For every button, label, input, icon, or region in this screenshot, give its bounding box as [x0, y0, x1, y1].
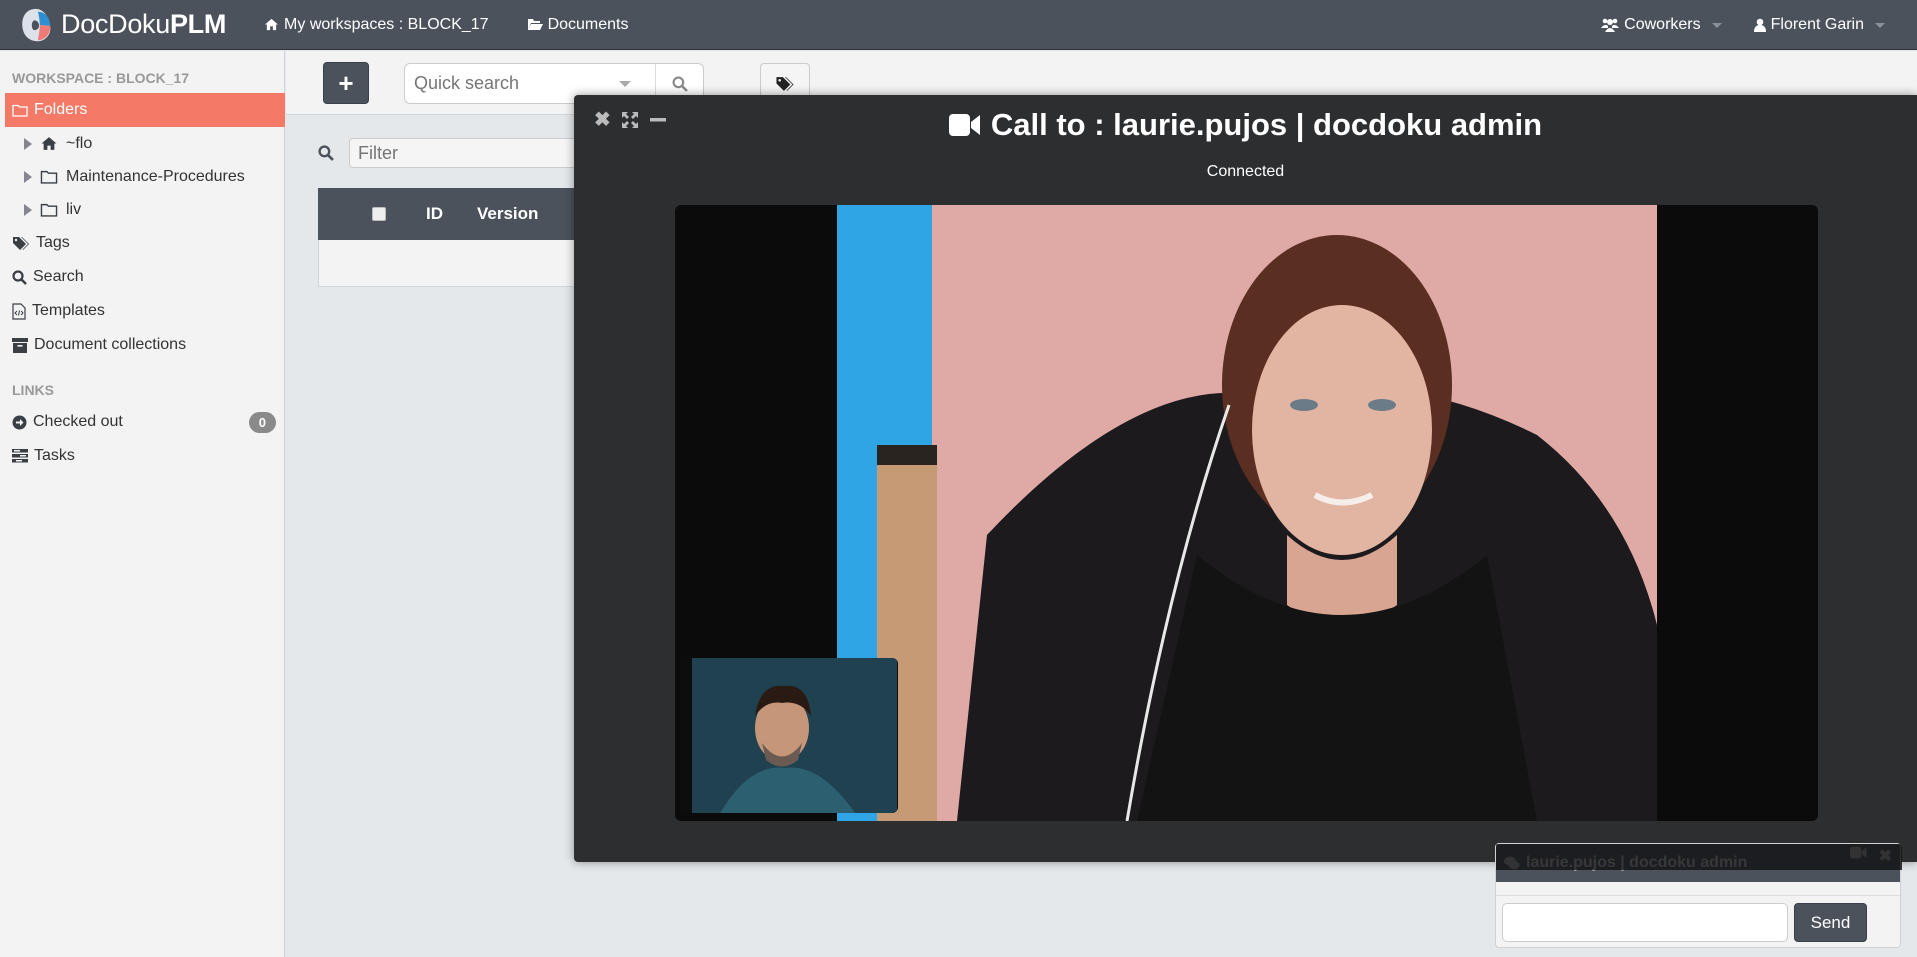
folder-tree-item[interactable]: Maintenance-Procedures [0, 160, 284, 193]
expand-triangle-icon[interactable] [24, 170, 32, 183]
archive-icon [12, 337, 28, 353]
tags-icon [776, 76, 794, 91]
sidebar-item-search[interactable]: Search [0, 260, 284, 294]
call-status: Connected [1206, 163, 1285, 180]
search-icon [12, 269, 27, 285]
folder-icon [12, 104, 28, 117]
search-icon [318, 145, 334, 161]
expand-triangle-icon[interactable] [24, 203, 32, 216]
folder-open-icon [527, 19, 543, 30]
call-title: Call to : laurie.pujos | docdoku admin [574, 107, 1917, 143]
sidebar-item-folders[interactable]: Folders [5, 93, 285, 127]
sidebar: WORKSPACE : BLOCK_17 Folders ~flo Mainte… [0, 51, 285, 957]
links-header: LINKS [12, 382, 54, 398]
folder-tree-item[interactable]: ~flo [0, 127, 284, 160]
sidebar-item-checked-out[interactable]: Checked out 0 [0, 405, 284, 439]
top-navbar: DocDoku PLM My workspaces : BLOCK_17 Docu… [0, 0, 1917, 50]
docdoku-logo-icon [22, 8, 51, 41]
search-icon [672, 76, 688, 92]
sidebar-item-document-collections[interactable]: Document collections [0, 328, 284, 362]
chat-message-input[interactable] [1502, 903, 1788, 942]
sidebar-item-templates[interactable]: Templates [0, 294, 284, 328]
search-options-caret-icon[interactable] [619, 80, 631, 87]
col-version[interactable]: Version [477, 204, 538, 224]
chat-header[interactable]: laurie.pujos | docdoku admin ✖ [1496, 844, 1902, 882]
caret-down-icon [1711, 22, 1722, 28]
nav-my-workspaces[interactable]: My workspaces : BLOCK_17 [264, 16, 489, 34]
video-area [675, 205, 1818, 821]
video-call-modal: ✖ Call to : laurie.pujos | docdoku admin… [574, 95, 1917, 862]
video-camera-icon [948, 114, 980, 136]
tasks-icon [12, 449, 28, 463]
home-icon [265, 18, 279, 31]
folder-icon [40, 203, 58, 217]
brand-bold: PLM [169, 9, 227, 39]
nav-documents[interactable]: Documents [527, 16, 629, 34]
expand-triangle-icon[interactable] [24, 137, 32, 150]
tags-icon [13, 236, 29, 250]
home-icon [41, 137, 57, 150]
sidebar-item-tags[interactable]: Tags [0, 226, 284, 260]
chat-window: laurie.pujos | docdoku admin ✖ Send [1495, 843, 1902, 948]
user-dropdown[interactable]: Florent Garin [1753, 16, 1885, 34]
users-icon [1601, 18, 1620, 32]
send-button[interactable]: Send [1794, 903, 1867, 942]
add-document-button[interactable]: + [323, 62, 369, 104]
caret-down-icon [1875, 22, 1885, 28]
user-icon [1753, 18, 1766, 32]
local-video [680, 658, 898, 813]
brand[interactable]: DocDoku PLM [17, 6, 226, 44]
checked-out-count-badge: 0 [248, 411, 276, 433]
quick-search-input[interactable] [405, 73, 615, 94]
local-video-frame [680, 658, 898, 813]
file-code-icon [12, 302, 26, 320]
folder-tree-item[interactable]: liv [0, 193, 284, 226]
brand-light: DocDoku [61, 9, 170, 39]
folder-icon [40, 170, 58, 184]
coworkers-dropdown[interactable]: Coworkers [1601, 16, 1722, 34]
remote-video [837, 205, 1657, 821]
workspace-header: WORKSPACE : BLOCK_17 [12, 70, 190, 86]
modal-overlap-shade [1496, 844, 1902, 870]
select-all-checkbox[interactable] [372, 207, 386, 221]
col-id[interactable]: ID [426, 204, 443, 224]
remote-video-frame [837, 205, 1657, 821]
arrow-circle-right-icon [12, 415, 27, 429]
sidebar-item-tasks[interactable]: Tasks [0, 439, 284, 473]
